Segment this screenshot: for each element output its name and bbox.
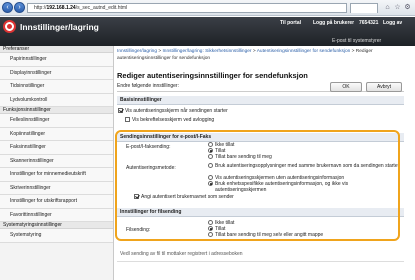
sidebar-item-copy[interactable]: Kopiinnstillinger	[0, 127, 113, 141]
basic-section-title: Basisinnstillinger	[117, 96, 404, 105]
ok-button[interactable]: OK	[330, 82, 362, 92]
user-login-link[interactable]: Logg på brukerer	[313, 20, 354, 26]
sidebar-section-functions: Funksjonsinnstillinger	[0, 107, 113, 114]
show-auth-screen-label: Vis autentiseringsskjerm når sendingen s…	[125, 107, 228, 114]
settings-logo-icon	[3, 20, 16, 33]
show-auth-screen-checkbox[interactable]	[118, 108, 123, 113]
app-title: Innstillinger/lagring	[20, 22, 99, 32]
sidebar-item-report[interactable]: Innstillinger for utskriftsrapport	[0, 195, 113, 209]
app-header: Innstillinger/lagring Til portal Logg på…	[0, 17, 415, 46]
breadcrumb-link-auth[interactable]: Autentiseringsinnstillinger for sendefun…	[257, 49, 351, 54]
url-host: 192.168.1.24	[46, 5, 76, 11]
url-prefix: http://	[34, 5, 47, 11]
user-id: 7654321	[359, 20, 379, 26]
sidebar-item-paper[interactable]: Papirinnstillinger	[0, 53, 113, 67]
sidebar-item-fax[interactable]: Faksinnstillinger	[0, 141, 113, 155]
star-icon[interactable]: ☆	[393, 3, 402, 12]
address-bar[interactable]: http://192.168.1.24/s_sec_autnd_edit.htm…	[27, 3, 347, 13]
browser-toolbar: ‹ › http://192.168.1.24/s_sec_autnd_edit…	[0, 0, 415, 16]
browser-tab[interactable]	[350, 3, 378, 13]
show-logout-confirm-checkbox[interactable]	[125, 117, 130, 122]
sidebar-section-preferences: Preferanser	[0, 46, 113, 53]
address-book-note: Vedl sending av fil til mottaker registr…	[120, 251, 243, 257]
sidebar: Preferanser Papirinnstillinger Displayin…	[0, 46, 114, 280]
sidebar-item-scanner[interactable]: Skannerinnstillinger	[0, 154, 113, 168]
portal-link[interactable]: Til portal	[280, 20, 301, 26]
sidebar-item-time[interactable]: Tidsinnstillinger	[0, 80, 113, 94]
breadcrumb-link-settings[interactable]: Innstillinger/lagring	[117, 49, 157, 54]
sidebar-item-volume[interactable]: Lydvolumkontroll	[0, 93, 113, 107]
back-button[interactable]: ‹	[2, 2, 13, 13]
sidebar-item-printer[interactable]: Skriverinnstillinger	[0, 181, 113, 195]
show-logout-confirm-label: Vis bekreftelsesskjerm ved avlogging	[132, 116, 215, 123]
divider	[117, 261, 404, 262]
sidebar-item-display[interactable]: Displayinnstillinger	[0, 66, 113, 80]
breadcrumb-link-security[interactable]: Innstillinger/lagring: Sikkerhetsinnstil…	[162, 49, 251, 54]
logout-link[interactable]: Logg av	[383, 20, 402, 26]
url-path: /s_sec_autnd_edit.html	[75, 5, 128, 11]
gear-icon[interactable]: ⚙	[403, 3, 412, 12]
sidebar-item-common[interactable]: Felleslinnstillinger	[0, 114, 113, 128]
sidebar-item-media-print[interactable]: Innstillinger for minnemedieutskrift	[0, 168, 113, 182]
email-section-highlight	[115, 130, 400, 241]
sidebar-section-system: Systemstyringsinnstillinger	[0, 222, 113, 229]
breadcrumb: Innstillinger/lagring > Innstillinger/la…	[117, 49, 373, 61]
change-info-text: Endre følgende innstillinger:	[117, 83, 179, 89]
sidebar-item-system[interactable]: Systemstyring	[0, 229, 113, 243]
admin-mail-link[interactable]: E-post til systemstyrer	[332, 38, 381, 44]
home-icon[interactable]: ⌂	[383, 3, 392, 12]
sidebar-item-favorites[interactable]: Favorittinnstillinger	[0, 208, 113, 222]
forward-button[interactable]: ›	[14, 2, 25, 13]
page-title: Rediger autentiseringsinnstillinger for …	[117, 71, 308, 80]
cancel-button[interactable]: Avbryt	[366, 82, 402, 92]
